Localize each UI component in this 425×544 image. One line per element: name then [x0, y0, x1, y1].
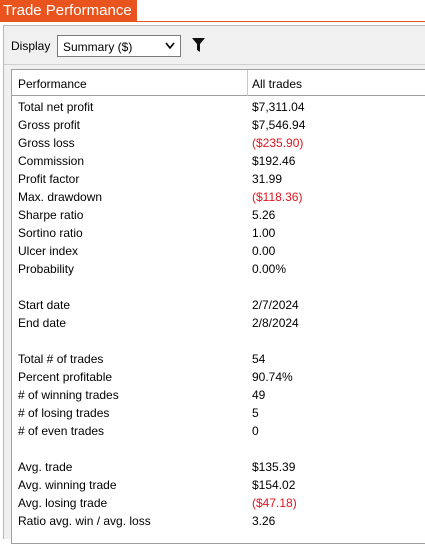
toolbar: Display Summary ($): [4, 26, 425, 64]
row-value: 0.00: [252, 244, 276, 258]
display-label: Display: [11, 39, 51, 53]
row-label: Profit factor: [18, 172, 80, 186]
row-value: 49: [252, 388, 266, 402]
row-label: # of winning trades: [18, 388, 119, 402]
row-label: Avg. losing trade: [18, 496, 108, 510]
table-row[interactable]: Sharpe ratio 5.26: [12, 206, 425, 224]
row-value: $192.46: [252, 154, 296, 168]
column-header-performance[interactable]: Performance: [18, 77, 87, 91]
row-value: ($47.18): [252, 496, 297, 510]
table-row[interactable]: Percent profitable 90.74%: [12, 368, 425, 386]
row-value: 2/8/2024: [252, 316, 299, 330]
row-value: 54: [252, 352, 266, 366]
row-value: $7,311.04: [252, 100, 305, 114]
row-label: Probability: [18, 262, 75, 276]
row-label: Total net profit: [18, 100, 94, 114]
column-divider[interactable]: [247, 70, 248, 96]
row-value: 3.26: [252, 514, 276, 528]
row-value: ($235.90): [252, 136, 304, 150]
performance-panel: Display Summary ($) Performance All trad…: [3, 25, 425, 544]
row-label: Gross profit: [18, 118, 81, 132]
row-value: 90.74%: [252, 370, 293, 384]
title-underline: [0, 21, 425, 22]
table-row[interactable]: [12, 440, 425, 458]
table-row[interactable]: [12, 332, 425, 350]
table-row[interactable]: # of even trades 0: [12, 422, 425, 440]
row-label: Gross loss: [18, 136, 75, 150]
performance-grid[interactable]: Performance All trades Total net profit $…: [11, 69, 425, 544]
table-row[interactable]: Total # of trades 54: [12, 350, 425, 368]
grid-header: Performance All trades: [12, 70, 425, 96]
row-label: Avg. winning trade: [18, 478, 117, 492]
table-row[interactable]: Commission $192.46: [12, 152, 425, 170]
row-label: Percent profitable: [18, 370, 113, 384]
chevron-down-icon: [165, 42, 175, 50]
table-row[interactable]: Avg. trade $135.39: [12, 458, 425, 476]
row-label: Commission: [18, 154, 85, 168]
table-row[interactable]: Sortino ratio 1.00: [12, 224, 425, 242]
row-label: Max. drawdown: [18, 190, 103, 204]
table-row[interactable]: Gross loss ($235.90): [12, 134, 425, 152]
table-row[interactable]: Probability 0.00%: [12, 260, 425, 278]
table-row[interactable]: # of losing trades 5: [12, 404, 425, 422]
table-row[interactable]: Start date 2/7/2024: [12, 296, 425, 314]
row-label: End date: [18, 316, 67, 330]
row-label: Ulcer index: [18, 244, 79, 258]
table-row[interactable]: Avg. losing trade ($47.18): [12, 494, 425, 512]
row-value: 5.26: [252, 208, 276, 222]
row-label: Ratio avg. win / avg. loss: [18, 514, 151, 528]
display-select-value: Summary ($): [63, 40, 133, 54]
display-select[interactable]: Summary ($): [57, 35, 181, 57]
row-label: # of losing trades: [18, 406, 110, 420]
row-label: Start date: [18, 298, 71, 312]
row-value: 0.00%: [252, 262, 287, 276]
row-value: 1.00: [252, 226, 276, 240]
table-row[interactable]: Profit factor 31.99: [12, 170, 425, 188]
row-label: Sharpe ratio: [18, 208, 84, 222]
row-label: Total # of trades: [18, 352, 104, 366]
row-label: Avg. trade: [18, 460, 73, 474]
table-row[interactable]: End date 2/8/2024: [12, 314, 425, 332]
row-label: Sortino ratio: [18, 226, 83, 240]
row-value: $135.39: [252, 460, 296, 474]
table-row[interactable]: Max. drawdown ($118.36): [12, 188, 425, 206]
table-row[interactable]: Ulcer index 0.00: [12, 242, 425, 260]
table-row[interactable]: # of winning trades 49: [12, 386, 425, 404]
row-value: 2/7/2024: [252, 298, 299, 312]
row-value: 5: [252, 406, 259, 420]
row-label: # of even trades: [18, 424, 105, 438]
table-row[interactable]: Total net profit $7,311.04: [12, 98, 425, 116]
table-row[interactable]: Avg. winning trade $154.02: [12, 476, 425, 494]
table-row[interactable]: Gross profit $7,546.94: [12, 116, 425, 134]
row-value: $154.02: [252, 478, 296, 492]
row-value: ($118.36): [252, 190, 303, 204]
window-title: Trade Performance: [3, 2, 132, 19]
grid-rows: Total net profit $7,311.04 Gross profit $7,…: [12, 98, 425, 530]
filter-icon[interactable]: [192, 38, 205, 52]
column-header-all-trades[interactable]: All trades: [252, 77, 302, 91]
row-value: 0: [252, 424, 259, 438]
toolbar-divider: [4, 64, 425, 65]
row-value: 31.99: [252, 172, 283, 186]
table-row[interactable]: Ratio avg. win / avg. loss 3.26: [12, 512, 425, 530]
row-value: $7,546.94: [252, 118, 306, 132]
table-row[interactable]: [12, 278, 425, 296]
window-title-tab[interactable]: Trade Performance: [0, 0, 137, 21]
